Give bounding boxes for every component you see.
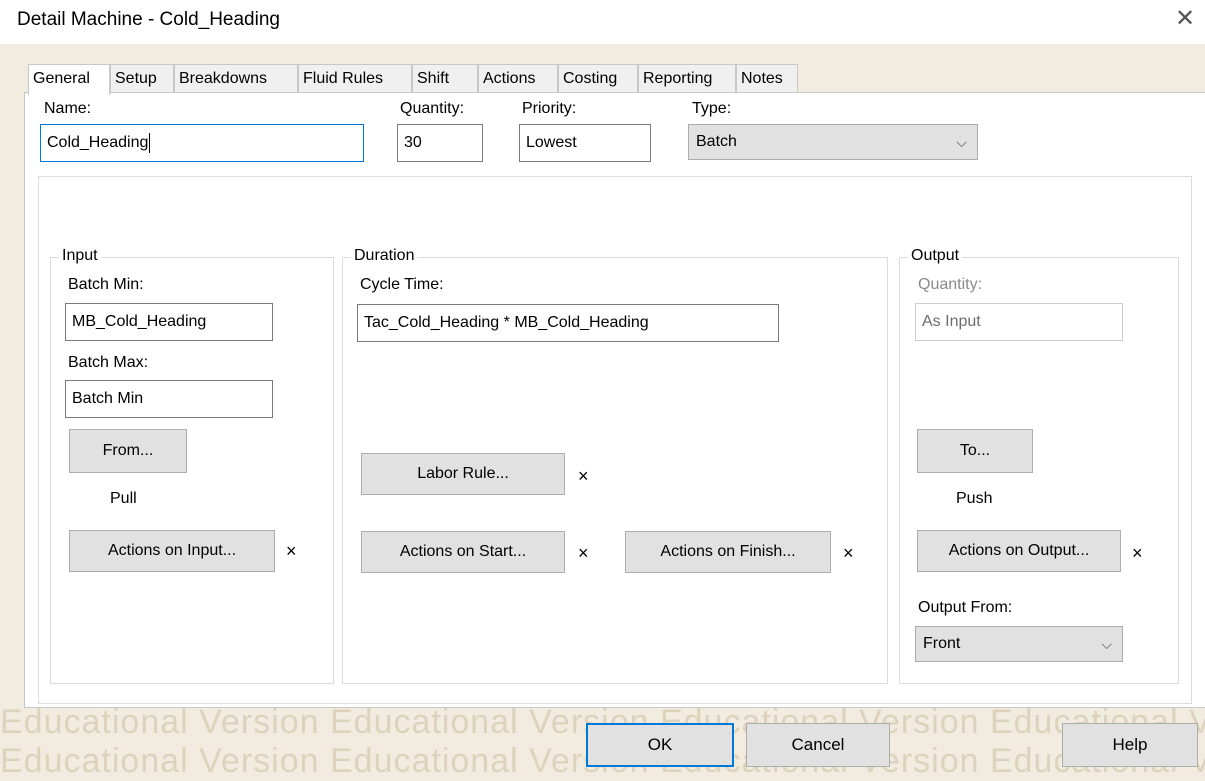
title-bar: Detail Machine - Cold_Heading ✕: [0, 0, 1205, 44]
labor-rule-button[interactable]: Labor Rule...: [361, 453, 565, 495]
to-button[interactable]: To...: [917, 429, 1033, 473]
duration-group-title: Duration: [351, 247, 418, 265]
name-label: Name:: [44, 100, 92, 117]
batch-min-label: Batch Min:: [68, 276, 144, 293]
tab-breakdowns[interactable]: Breakdowns: [174, 64, 298, 93]
cycle-time-input[interactable]: Tac_Cold_Heading * MB_Cold_Heading: [357, 304, 779, 342]
help-button[interactable]: Help: [1062, 723, 1198, 767]
output-group-title: Output: [908, 247, 963, 265]
output-from-select[interactable]: Front ⌵: [915, 626, 1123, 662]
quantity-input[interactable]: 30: [397, 124, 483, 162]
ok-button[interactable]: OK: [586, 723, 734, 767]
to-mode-label: Push: [956, 490, 993, 507]
tab-general[interactable]: General: [28, 64, 110, 95]
type-value: Batch: [696, 133, 737, 150]
name-value: Cold_Heading: [47, 134, 149, 151]
output-from-value: Front: [923, 635, 961, 652]
clear-finish-actions-icon[interactable]: ×: [843, 543, 854, 564]
batch-min-input[interactable]: MB_Cold_Heading: [65, 303, 273, 341]
tab-shift[interactable]: Shift: [412, 64, 478, 93]
priority-label: Priority:: [522, 100, 577, 117]
cycle-time-label: Cycle Time:: [360, 276, 444, 293]
tab-reporting[interactable]: Reporting: [638, 64, 736, 93]
text-caret: [149, 132, 151, 153]
actions-on-input-button[interactable]: Actions on Input...: [69, 530, 275, 572]
batch-max-label: Batch Max:: [68, 354, 149, 371]
batch-max-input[interactable]: Batch Min: [65, 380, 273, 418]
actions-on-finish-button[interactable]: Actions on Finish...: [625, 531, 831, 573]
actions-on-start-button[interactable]: Actions on Start...: [361, 531, 565, 573]
from-mode-label: Pull: [110, 490, 137, 507]
chevron-down-icon: ⌵: [956, 134, 967, 150]
output-from-label: Output From:: [918, 599, 1013, 616]
name-input[interactable]: Cold_Heading: [40, 124, 364, 162]
clear-output-actions-icon[interactable]: ×: [1132, 543, 1143, 564]
output-quantity-label: Quantity:: [918, 276, 983, 293]
tab-notes[interactable]: Notes: [736, 64, 798, 93]
window-title: Detail Machine - Cold_Heading: [17, 9, 280, 30]
priority-input[interactable]: Lowest: [519, 124, 651, 162]
type-label: Type:: [692, 100, 732, 117]
from-button[interactable]: From...: [69, 429, 187, 473]
tab-fluid-rules[interactable]: Fluid Rules: [298, 64, 412, 93]
tab-setup[interactable]: Setup: [110, 64, 174, 93]
cancel-button[interactable]: Cancel: [746, 723, 890, 767]
tab-actions[interactable]: Actions: [478, 64, 558, 93]
close-icon[interactable]: ✕: [1170, 4, 1200, 34]
input-group-title: Input: [59, 247, 101, 265]
clear-start-actions-icon[interactable]: ×: [578, 543, 589, 564]
clear-labor-rule-icon[interactable]: ×: [578, 466, 589, 487]
tab-costing[interactable]: Costing: [558, 64, 638, 93]
chevron-down-icon: ⌵: [1101, 636, 1112, 652]
clear-input-actions-icon[interactable]: ×: [286, 541, 297, 562]
output-quantity-input: As Input: [915, 303, 1123, 341]
type-select[interactable]: Batch ⌵: [688, 124, 978, 160]
quantity-label: Quantity:: [400, 100, 465, 117]
actions-on-output-button[interactable]: Actions on Output...: [917, 530, 1121, 572]
